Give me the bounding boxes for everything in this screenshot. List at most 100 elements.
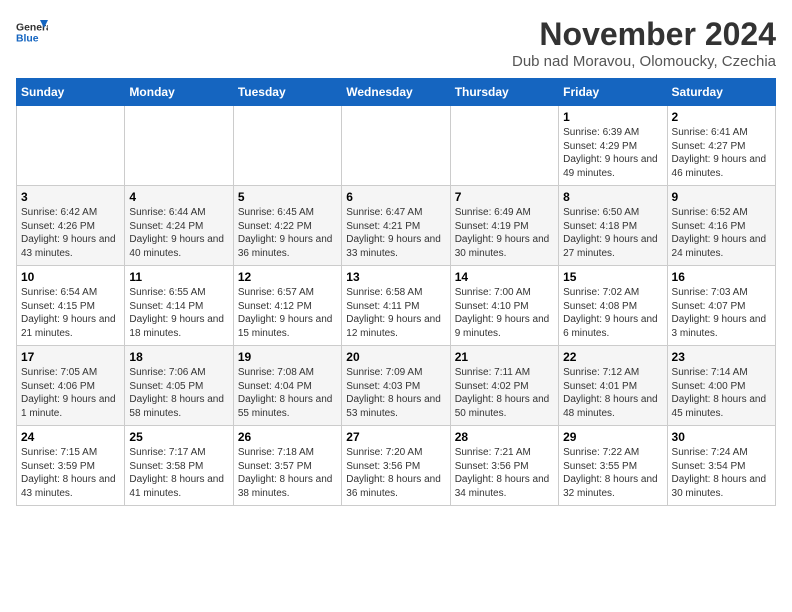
day-number: 25 xyxy=(129,430,228,444)
calendar-cell: 18 Sunrise: 7:06 AM Sunset: 4:05 PM Dayli… xyxy=(125,346,233,426)
day-info: Sunrise: 7:21 AM Sunset: 3:56 PM Dayligh… xyxy=(455,446,554,500)
day-number: 6 xyxy=(346,190,445,204)
day-number: 10 xyxy=(21,270,120,284)
weekday-saturday: Saturday xyxy=(667,79,775,106)
day-number: 26 xyxy=(238,430,337,444)
day-info: Sunrise: 7:24 AM Sunset: 3:54 PM Dayligh… xyxy=(672,446,771,500)
calendar-cell: 24Sunrise: 7:15 AM Sunset: 3:59 PM Dayli… xyxy=(17,426,125,506)
title-block: November 2024 Dub nad Moravou, Olomoucky… xyxy=(512,16,776,70)
calendar-cell xyxy=(125,106,233,186)
day-info: Sunrise: 7:03 AM Sunset: 4:07 PM Dayligh… xyxy=(672,286,771,340)
calendar-cell: 22Sunrise: 7:12 AM Sunset: 4:01 PM Dayli… xyxy=(559,346,667,426)
day-number: 17 xyxy=(21,350,120,364)
day-info: Sunrise: 6:42 AM Sunset: 4:26 PM Dayligh… xyxy=(21,206,120,260)
day-info: Sunrise: 7:18 AM Sunset: 3:57 PM Dayligh… xyxy=(238,446,337,500)
logo: General Blue xyxy=(16,16,52,48)
day-info: Sunrise: 6:44 AM Sunset: 4:24 PM Dayligh… xyxy=(129,206,228,260)
day-info: Sunrise: 7:14 AM Sunset: 4:00 PM Dayligh… xyxy=(672,366,771,420)
calendar-week-1: 1 Sunrise: 6:39 AM Sunset: 4:29 PM Daylig… xyxy=(17,106,776,186)
day-number: 7 xyxy=(455,190,554,204)
calendar-cell xyxy=(17,106,125,186)
calendar-cell: 13 Sunrise: 6:58 AM Sunset: 4:11 PM Dayli… xyxy=(342,266,450,346)
calendar-cell: 30 Sunrise: 7:24 AM Sunset: 3:54 PM Dayli… xyxy=(667,426,775,506)
calendar-cell: 10Sunrise: 6:54 AM Sunset: 4:15 PM Dayli… xyxy=(17,266,125,346)
calendar-cell: 11 Sunrise: 6:55 AM Sunset: 4:14 PM Dayli… xyxy=(125,266,233,346)
day-info: Sunrise: 6:55 AM Sunset: 4:14 PM Dayligh… xyxy=(129,286,228,340)
calendar-cell: 20 Sunrise: 7:09 AM Sunset: 4:03 PM Dayli… xyxy=(342,346,450,426)
day-info: Sunrise: 6:47 AM Sunset: 4:21 PM Dayligh… xyxy=(346,206,445,260)
day-info: Sunrise: 7:15 AM Sunset: 3:59 PM Dayligh… xyxy=(21,446,120,500)
calendar-week-5: 24Sunrise: 7:15 AM Sunset: 3:59 PM Dayli… xyxy=(17,426,776,506)
calendar-table: SundayMondayTuesdayWednesdayThursdayFrid… xyxy=(16,78,776,506)
day-number: 16 xyxy=(672,270,771,284)
weekday-tuesday: Tuesday xyxy=(233,79,341,106)
day-info: Sunrise: 7:06 AM Sunset: 4:05 PM Dayligh… xyxy=(129,366,228,420)
day-number: 18 xyxy=(129,350,228,364)
day-info: Sunrise: 7:22 AM Sunset: 3:55 PM Dayligh… xyxy=(563,446,662,500)
day-info: Sunrise: 7:02 AM Sunset: 4:08 PM Dayligh… xyxy=(563,286,662,340)
calendar-cell xyxy=(233,106,341,186)
day-number: 28 xyxy=(455,430,554,444)
calendar-cell: 2 Sunrise: 6:41 AM Sunset: 4:27 PM Daylig… xyxy=(667,106,775,186)
day-number: 8 xyxy=(563,190,662,204)
day-info: Sunrise: 6:41 AM Sunset: 4:27 PM Dayligh… xyxy=(672,126,771,180)
day-number: 2 xyxy=(672,110,771,124)
day-number: 21 xyxy=(455,350,554,364)
page-header: General Blue November 2024 Dub nad Morav… xyxy=(16,16,776,70)
day-number: 13 xyxy=(346,270,445,284)
weekday-sunday: Sunday xyxy=(17,79,125,106)
calendar-cell: 8 Sunrise: 6:50 AM Sunset: 4:18 PM Daylig… xyxy=(559,186,667,266)
day-info: Sunrise: 6:49 AM Sunset: 4:19 PM Dayligh… xyxy=(455,206,554,260)
calendar-cell: 6 Sunrise: 6:47 AM Sunset: 4:21 PM Daylig… xyxy=(342,186,450,266)
day-info: Sunrise: 6:39 AM Sunset: 4:29 PM Dayligh… xyxy=(563,126,662,180)
location-title: Dub nad Moravou, Olomoucky, Czechia xyxy=(512,53,776,70)
calendar-cell: 19Sunrise: 7:08 AM Sunset: 4:04 PM Dayli… xyxy=(233,346,341,426)
calendar-cell: 26 Sunrise: 7:18 AM Sunset: 3:57 PM Dayli… xyxy=(233,426,341,506)
calendar-cell: 25Sunrise: 7:17 AM Sunset: 3:58 PM Dayli… xyxy=(125,426,233,506)
calendar-cell: 28 Sunrise: 7:21 AM Sunset: 3:56 PM Dayli… xyxy=(450,426,558,506)
weekday-header-row: SundayMondayTuesdayWednesdayThursdayFrid… xyxy=(17,79,776,106)
weekday-monday: Monday xyxy=(125,79,233,106)
day-number: 29 xyxy=(563,430,662,444)
day-info: Sunrise: 7:09 AM Sunset: 4:03 PM Dayligh… xyxy=(346,366,445,420)
calendar-cell: 12Sunrise: 6:57 AM Sunset: 4:12 PM Dayli… xyxy=(233,266,341,346)
day-info: Sunrise: 6:50 AM Sunset: 4:18 PM Dayligh… xyxy=(563,206,662,260)
day-info: Sunrise: 7:05 AM Sunset: 4:06 PM Dayligh… xyxy=(21,366,120,420)
day-info: Sunrise: 7:12 AM Sunset: 4:01 PM Dayligh… xyxy=(563,366,662,420)
day-number: 30 xyxy=(672,430,771,444)
calendar-cell xyxy=(342,106,450,186)
day-number: 14 xyxy=(455,270,554,284)
calendar-week-4: 17 Sunrise: 7:05 AM Sunset: 4:06 PM Dayli… xyxy=(17,346,776,426)
day-number: 5 xyxy=(238,190,337,204)
weekday-thursday: Thursday xyxy=(450,79,558,106)
calendar-week-3: 10Sunrise: 6:54 AM Sunset: 4:15 PM Dayli… xyxy=(17,266,776,346)
day-info: Sunrise: 7:00 AM Sunset: 4:10 PM Dayligh… xyxy=(455,286,554,340)
calendar-cell: 3Sunrise: 6:42 AM Sunset: 4:26 PM Daylig… xyxy=(17,186,125,266)
calendar-cell: 14 Sunrise: 7:00 AM Sunset: 4:10 PM Dayli… xyxy=(450,266,558,346)
calendar-cell: 17 Sunrise: 7:05 AM Sunset: 4:06 PM Dayli… xyxy=(17,346,125,426)
day-info: Sunrise: 7:20 AM Sunset: 3:56 PM Dayligh… xyxy=(346,446,445,500)
day-number: 1 xyxy=(563,110,662,124)
day-info: Sunrise: 6:45 AM Sunset: 4:22 PM Dayligh… xyxy=(238,206,337,260)
logo-icon: General Blue xyxy=(16,16,48,48)
calendar-body: 1 Sunrise: 6:39 AM Sunset: 4:29 PM Daylig… xyxy=(17,106,776,506)
day-info: Sunrise: 7:11 AM Sunset: 4:02 PM Dayligh… xyxy=(455,366,554,420)
day-number: 11 xyxy=(129,270,228,284)
calendar-week-2: 3Sunrise: 6:42 AM Sunset: 4:26 PM Daylig… xyxy=(17,186,776,266)
calendar-cell: 21 Sunrise: 7:11 AM Sunset: 4:02 PM Dayli… xyxy=(450,346,558,426)
weekday-friday: Friday xyxy=(559,79,667,106)
day-number: 9 xyxy=(672,190,771,204)
day-number: 15 xyxy=(563,270,662,284)
svg-text:Blue: Blue xyxy=(16,34,39,45)
calendar-cell: 5 Sunrise: 6:45 AM Sunset: 4:22 PM Daylig… xyxy=(233,186,341,266)
calendar-cell: 16 Sunrise: 7:03 AM Sunset: 4:07 PM Dayli… xyxy=(667,266,775,346)
weekday-wednesday: Wednesday xyxy=(342,79,450,106)
day-number: 19 xyxy=(238,350,337,364)
calendar-cell: 7 Sunrise: 6:49 AM Sunset: 4:19 PM Daylig… xyxy=(450,186,558,266)
day-info: Sunrise: 6:57 AM Sunset: 4:12 PM Dayligh… xyxy=(238,286,337,340)
calendar-cell xyxy=(450,106,558,186)
day-info: Sunrise: 6:58 AM Sunset: 4:11 PM Dayligh… xyxy=(346,286,445,340)
month-title: November 2024 xyxy=(512,16,776,53)
day-number: 20 xyxy=(346,350,445,364)
calendar-cell: 4Sunrise: 6:44 AM Sunset: 4:24 PM Daylig… xyxy=(125,186,233,266)
